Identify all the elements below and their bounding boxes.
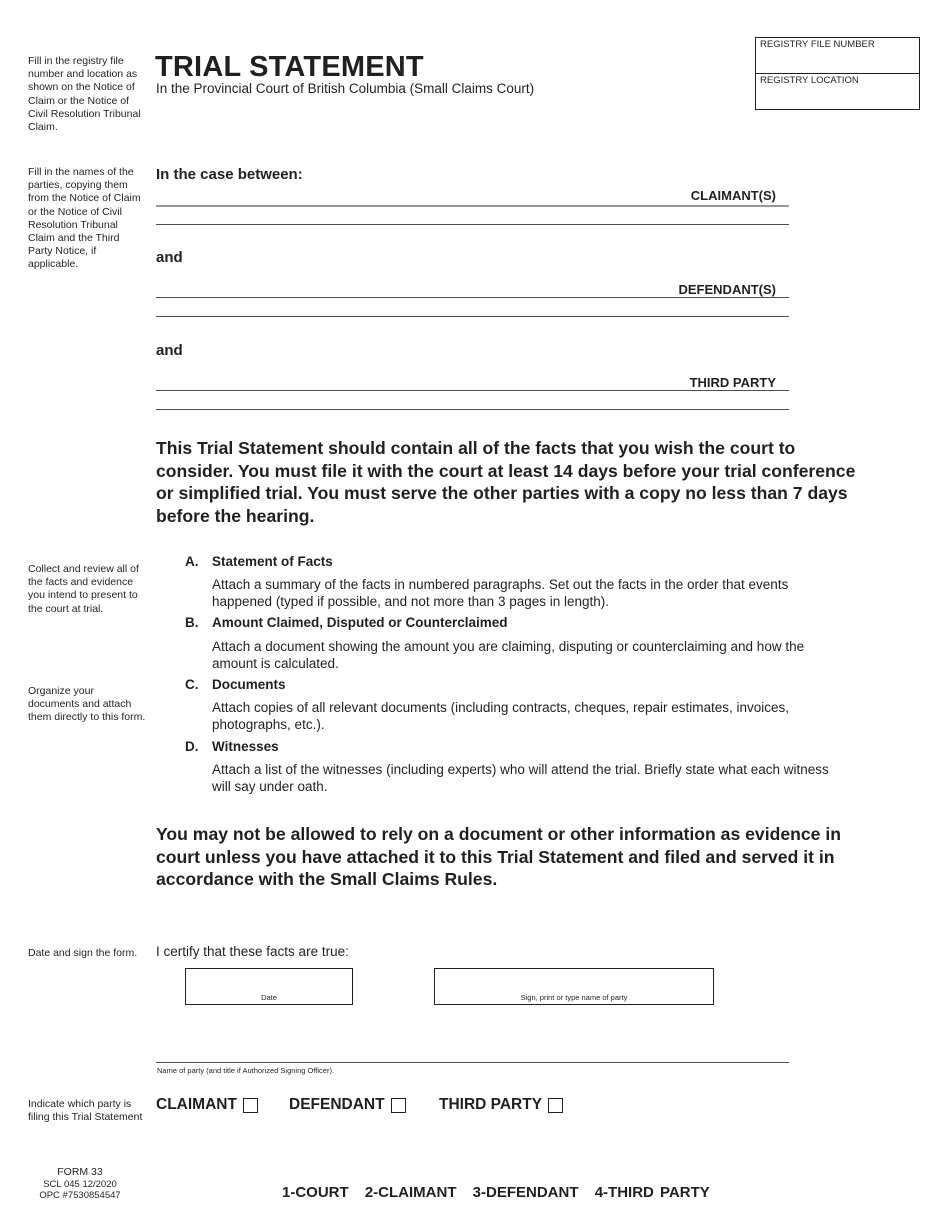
- claimant-label: CLAIMANT(S): [690, 188, 776, 203]
- item-b-title: Amount Claimed, Disputed or Counterclaim…: [212, 615, 508, 630]
- item-d-letter: D.: [185, 739, 199, 754]
- claimant-line-2[interactable]: [156, 224, 789, 225]
- claimant-option[interactable]: CLAIMANT: [156, 1096, 258, 1114]
- item-c-body: Attach copies of all relevant documents …: [212, 700, 790, 732]
- evidence-warning-paragraph: You may not be allowed to rely on a docu…: [156, 824, 841, 889]
- and-label-2: and: [156, 342, 183, 359]
- item-c-title: Documents: [212, 677, 286, 692]
- registry-file-number-field[interactable]: REGISTRY FILE NUMBER: [756, 38, 919, 74]
- defendant-checkbox[interactable]: [390, 1097, 406, 1113]
- claimant-option-label: CLAIMANT: [156, 1096, 237, 1113]
- third-party-line-1[interactable]: [156, 390, 789, 391]
- item-a-body: Attach a summary of the facts in numbere…: [212, 577, 789, 609]
- registry-file-number-label: REGISTRY FILE NUMBER: [760, 39, 875, 50]
- signature-caption: Sign, print or type name of party: [520, 993, 628, 1002]
- item-b-letter: B.: [185, 615, 199, 630]
- third-party-label: THIRD PARTY: [689, 375, 776, 390]
- defendant-option[interactable]: DEFENDANT: [289, 1096, 406, 1114]
- opc-number: OPC #7530854547: [39, 1190, 121, 1201]
- form-identifier: FORM 33 SCL 045 12/2020 OPC #7530854547: [28, 1166, 132, 1202]
- parties-instruction-note: Fill in the names of the parties, copyin…: [28, 166, 141, 271]
- defendant-option-label: DEFENDANT: [289, 1096, 385, 1113]
- item-c-letter: C.: [185, 677, 199, 692]
- registry-location-label: REGISTRY LOCATION: [760, 75, 859, 86]
- registry-location-field[interactable]: REGISTRY LOCATION: [756, 74, 919, 110]
- item-b-body: Attach a document showing the amount you…: [212, 639, 805, 671]
- case-between-heading: In the case between:: [156, 166, 303, 183]
- copy-defendant: 3-DEFENDANT: [472, 1184, 579, 1201]
- item-d-body: Attach a list of the witnesses (includin…: [212, 762, 829, 794]
- certify-statement: I certify that these facts are true:: [156, 944, 349, 959]
- party-name-line[interactable]: [156, 1062, 789, 1063]
- form-subtitle: In the Provincial Court of British Colum…: [156, 81, 535, 96]
- filing-instructions-paragraph: This Trial Statement should contain all …: [156, 438, 856, 526]
- item-d-title: Witnesses: [212, 739, 279, 754]
- defendant-line-2[interactable]: [156, 316, 789, 317]
- form-code: SCL 045 12/2020: [43, 1178, 117, 1190]
- copy-third-party: 4-THIRD PARTY: [594, 1184, 710, 1201]
- date-field[interactable]: Date: [185, 968, 353, 1005]
- registry-box: REGISTRY FILE NUMBER REGISTRY LOCATION: [755, 37, 920, 110]
- third-party-checkbox[interactable]: [548, 1097, 564, 1113]
- form-title: TRIAL STATEMENT: [155, 51, 424, 83]
- third-party-option-label: THIRD PARTY: [439, 1096, 543, 1113]
- item-a-title: Statement of Facts: [212, 554, 333, 569]
- copy-distribution: 1-COURT 2-CLAIMANT 3-DEFENDANT 4-THIRD P…: [282, 1184, 720, 1201]
- copy-claimant: 2-CLAIMANT: [364, 1184, 457, 1201]
- defendant-line-1[interactable]: [156, 297, 789, 298]
- registry-instruction-note: Fill in the registry file number and loc…: [28, 55, 141, 134]
- filing-party-instruction-note: Indicate which party is filing this Tria…: [28, 1098, 143, 1124]
- sign-instruction-note: Date and sign the form.: [28, 947, 138, 959]
- form-number: FORM 33: [57, 1166, 103, 1178]
- collect-instruction-note: Collect and review all of the facts and …: [28, 563, 139, 615]
- third-party-line-2[interactable]: [156, 409, 789, 410]
- and-label-1: and: [156, 249, 183, 266]
- claimant-checkbox[interactable]: [242, 1097, 258, 1113]
- third-party-option[interactable]: THIRD PARTY: [439, 1096, 564, 1114]
- claimant-line-1[interactable]: [156, 205, 789, 207]
- defendant-label: DEFENDANT(S): [678, 282, 777, 297]
- signature-field[interactable]: Sign, print or type name of party: [434, 968, 714, 1005]
- date-caption: Date: [261, 993, 277, 1002]
- copy-court: 1-COURT: [282, 1184, 349, 1201]
- organize-instruction-note: Organize your documents and attach them …: [28, 685, 146, 724]
- party-name-caption: Name of party (and title if Authorized S…: [157, 1066, 335, 1075]
- item-a-letter: A.: [185, 554, 199, 569]
